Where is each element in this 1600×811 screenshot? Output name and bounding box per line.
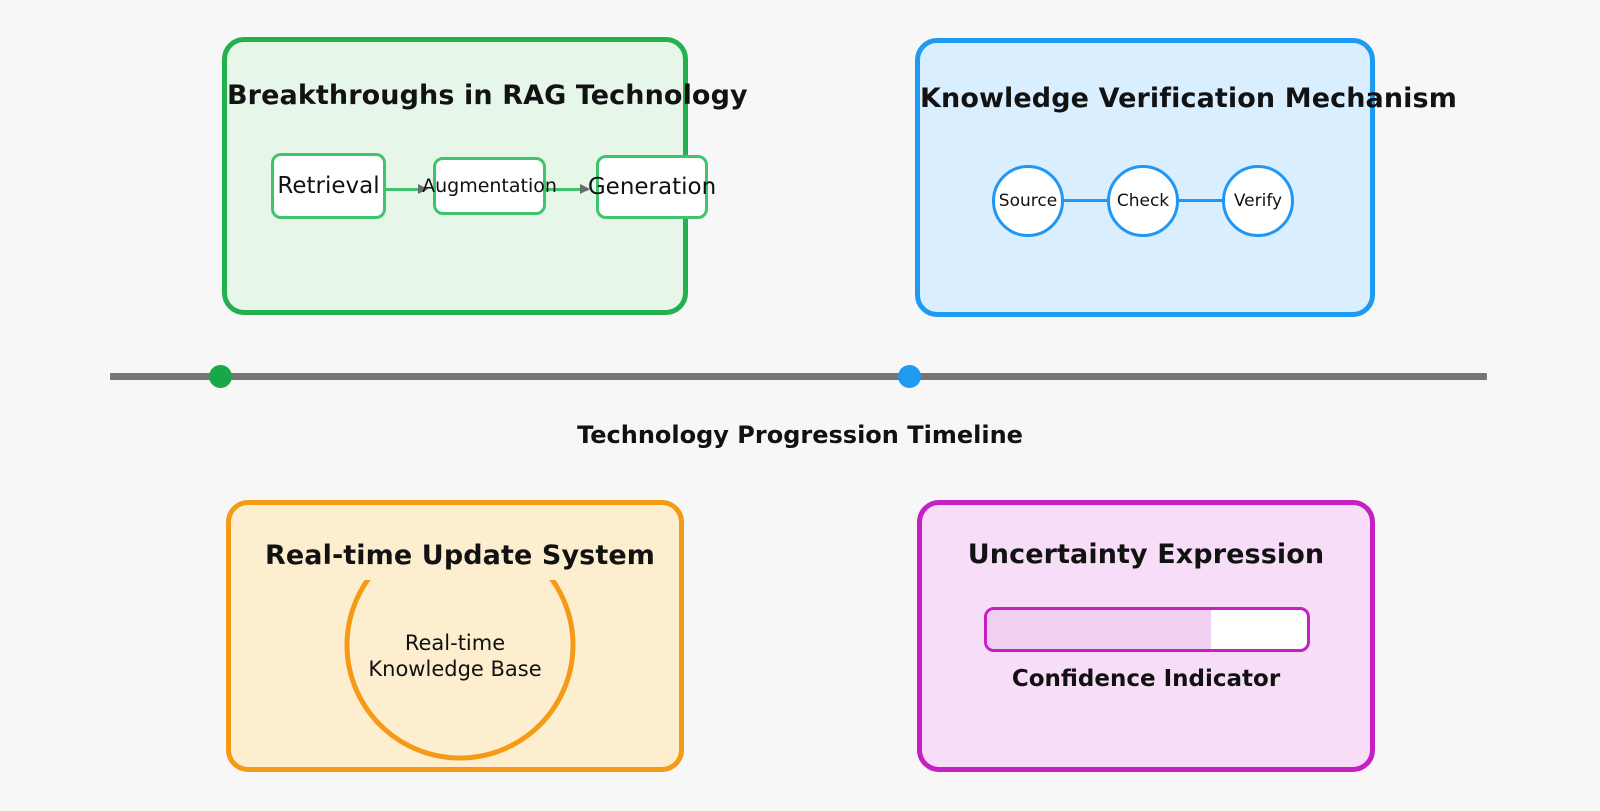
timeline-caption: Technology Progression Timeline (577, 421, 1023, 449)
verification-node-source[interactable]: Source (992, 165, 1064, 237)
flow-step-augmentation-label: Augmentation (422, 175, 557, 197)
realtime-knowledge-base-line1: Real-time (404, 631, 506, 655)
flow-step-augmentation[interactable]: Augmentation (422, 157, 557, 215)
panel-update-title-band: Real-time Update System (241, 530, 679, 580)
flow-step-generation[interactable]: Generation (588, 155, 716, 219)
verification-node-check[interactable]: Check (1107, 165, 1179, 237)
confidence-progress-bar[interactable] (984, 607, 1310, 652)
panel-uncertainty-expression: Uncertainty Expression Confidence Indica… (917, 500, 1375, 772)
panel-verification-title: Knowledge Verification Mechanism (920, 83, 1457, 114)
verification-node-verify-label: Verify (1233, 191, 1283, 211)
verification-node-check-label: Check (1116, 191, 1170, 211)
realtime-knowledge-base-line2: Knowledge Base (368, 656, 542, 681)
confidence-progress-fill (987, 610, 1211, 649)
diagram-canvas: Breakthroughs in RAG Technology Retrieva… (0, 0, 1600, 811)
chain-link-source-to-check (1060, 199, 1110, 202)
panel-rag-title: Breakthroughs in RAG Technology (227, 80, 748, 111)
flow-step-generation-label: Generation (587, 174, 717, 200)
panel-update-title: Real-time Update System (265, 539, 655, 571)
timeline-marker-verification[interactable] (897, 365, 921, 388)
confidence-indicator-caption: Confidence Indicator (1011, 666, 1281, 692)
verification-node-source-label: Source (998, 191, 1058, 211)
realtime-knowledge-base-label: Real-time Knowledge Base (231, 631, 679, 682)
flow-step-retrieval-label: Retrieval (277, 173, 380, 199)
timeline-track[interactable] (110, 373, 1487, 380)
verification-node-verify[interactable]: Verify (1222, 165, 1294, 237)
flow-step-retrieval[interactable]: Retrieval (271, 153, 386, 219)
timeline-marker-rag[interactable] (209, 365, 233, 388)
panel-uncertainty-title: Uncertainty Expression (967, 539, 1325, 570)
flow-arrow-retrieval-to-augmentation (386, 184, 428, 194)
panel-realtime-update: Real-time Update System Real-time Knowle… (226, 500, 684, 772)
chain-link-check-to-verify (1175, 199, 1225, 202)
